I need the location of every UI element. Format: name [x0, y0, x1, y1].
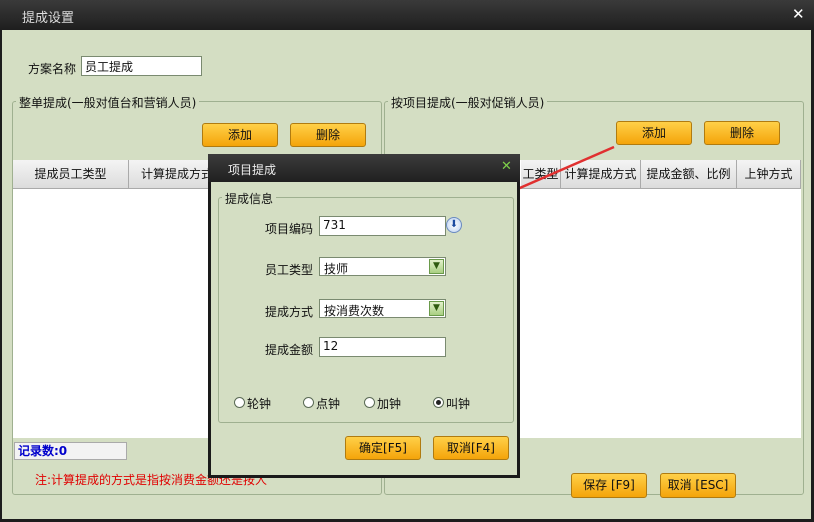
radio-appointed-label: 点钟 [316, 397, 341, 411]
radio-appointed-circle[interactable] [303, 397, 314, 408]
radio-extra-label: 加钟 [377, 397, 402, 411]
dialog-cancel-button[interactable]: 取消[F4] [433, 436, 509, 460]
radio-called-circle[interactable] [433, 397, 444, 408]
amount-label: 提成金额 [265, 343, 314, 357]
method-label: 提成方式 [265, 305, 314, 319]
dialog-title: 项目提成 [228, 163, 277, 177]
radio-extra-circle[interactable] [364, 397, 375, 408]
dialog-ok-button[interactable]: 确定[F5] [345, 436, 421, 460]
dialog-body: 提成信息 项目编码 731 ⬇ 员工类型 技师 ▼ 提成方式 按消费次数 ▼ 提… [211, 182, 517, 475]
item-code-label: 项目编码 [265, 222, 314, 236]
dialog-titlebar: 项目提成 ✕ [208, 154, 520, 182]
item-commission-dialog: 项目提成 ✕ 提成信息 项目编码 731 ⬇ 员工类型 技师 ▼ 提成方式 按消… [208, 154, 520, 478]
commission-info-title: 提成信息 [222, 190, 277, 207]
radio-rotation-circle[interactable] [234, 397, 245, 408]
method-value: 按消费次数 [324, 304, 385, 318]
staff-type-value: 技师 [324, 262, 349, 276]
amount-input[interactable]: 12 [319, 337, 446, 357]
radio-rotation-label: 轮钟 [247, 397, 272, 411]
chevron-down-icon: ▼ [429, 301, 444, 316]
radio-called-label: 叫钟 [446, 397, 471, 411]
staff-type-label: 员工类型 [265, 263, 314, 277]
method-select[interactable]: 按消费次数 ▼ [319, 299, 446, 318]
chevron-down-icon: ▼ [429, 259, 444, 274]
item-code-input[interactable]: 731 [319, 216, 446, 236]
item-lookup-icon[interactable]: ⬇ [446, 217, 462, 233]
dialog-close-icon[interactable]: ✕ [501, 159, 512, 174]
staff-type-select[interactable]: 技师 ▼ [319, 257, 446, 276]
